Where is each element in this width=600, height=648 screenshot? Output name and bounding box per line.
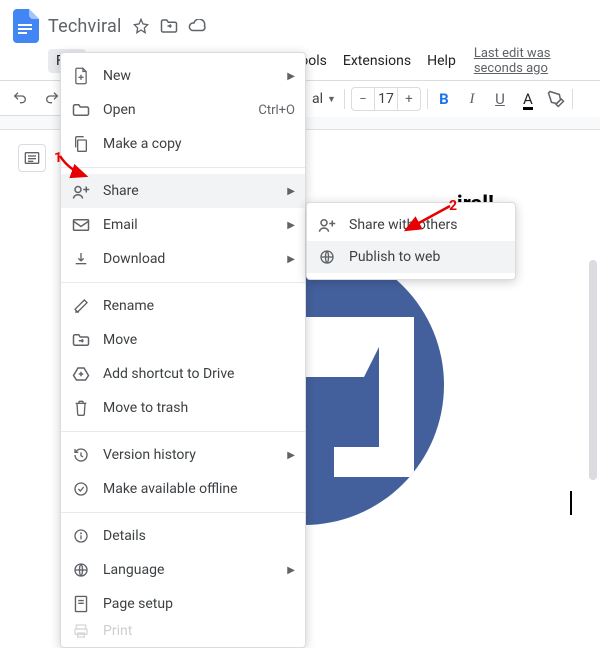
file-menu-dropdown: New ▶ Open Ctrl+O Make a copy Share ▶ Em… xyxy=(60,52,306,648)
menu-item-new[interactable]: New ▶ xyxy=(61,59,305,93)
print-icon xyxy=(71,621,91,641)
menu-label: Email xyxy=(103,217,275,233)
italic-button[interactable]: I xyxy=(458,85,486,113)
menu-item-page-setup[interactable]: Page setup xyxy=(61,587,305,621)
menu-label: Move to trash xyxy=(103,400,295,416)
info-icon xyxy=(71,526,91,546)
text-cursor xyxy=(570,491,572,515)
menu-label: Version history xyxy=(103,447,275,463)
underline-button[interactable]: U xyxy=(486,85,514,113)
chevron-right-icon: ▶ xyxy=(287,71,295,82)
menu-item-print[interactable]: Print xyxy=(61,621,305,641)
document-title[interactable]: Techviral xyxy=(48,16,122,37)
menu-item-details[interactable]: Details xyxy=(61,519,305,553)
highlight-color-button[interactable] xyxy=(542,85,570,113)
rename-icon xyxy=(71,296,91,316)
menu-label: Details xyxy=(103,528,295,544)
menu-item-move[interactable]: Move xyxy=(61,323,305,357)
menu-item-make-copy[interactable]: Make a copy xyxy=(61,127,305,161)
menu-shortcut: Ctrl+O xyxy=(258,103,295,118)
globe-icon xyxy=(317,247,337,267)
menu-label: Make available offline xyxy=(103,481,295,497)
menu-item-download[interactable]: Download ▶ xyxy=(61,242,305,276)
menu-item-rename[interactable]: Rename xyxy=(61,289,305,323)
menu-label: Share xyxy=(103,183,275,199)
submenu-publish-web[interactable]: Publish to web xyxy=(307,241,515,273)
download-icon xyxy=(71,249,91,269)
copy-icon xyxy=(71,134,91,154)
menu-item-language[interactable]: Language ▶ xyxy=(61,553,305,587)
toolbar-separator xyxy=(344,89,345,109)
menu-label: Move xyxy=(103,332,295,348)
menu-separator xyxy=(61,167,305,168)
docs-logo[interactable] xyxy=(8,8,44,44)
drive-shortcut-icon xyxy=(71,364,91,384)
menu-item-offline[interactable]: Make available offline xyxy=(61,472,305,506)
menu-separator xyxy=(61,282,305,283)
trash-icon xyxy=(71,398,91,418)
chevron-right-icon: ▶ xyxy=(287,186,295,197)
menu-item-trash[interactable]: Move to trash xyxy=(61,391,305,425)
menu-item-version-history[interactable]: Version history ▶ xyxy=(61,438,305,472)
submenu-label: Publish to web xyxy=(349,249,505,265)
chevron-right-icon: ▶ xyxy=(287,565,295,576)
folder-icon xyxy=(71,100,91,120)
chevron-down-icon: ▼ xyxy=(327,94,336,105)
toolbar-separator xyxy=(427,89,428,109)
offline-icon xyxy=(71,479,91,499)
menu-item-open[interactable]: Open Ctrl+O xyxy=(61,93,305,127)
font-size-control[interactable]: − 17 + xyxy=(351,87,421,111)
menu-label: Print xyxy=(103,623,295,639)
email-icon xyxy=(71,215,91,235)
menu-label: Add shortcut to Drive xyxy=(103,366,295,382)
document-outline-button[interactable] xyxy=(18,144,46,172)
menu-label: New xyxy=(103,68,275,84)
cloud-status-icon[interactable] xyxy=(188,17,206,35)
menu-label: Download xyxy=(103,251,275,267)
menu-item-email[interactable]: Email ▶ xyxy=(61,208,305,242)
menu-separator xyxy=(61,431,305,432)
annotation-arrow-2 xyxy=(398,204,454,236)
menu-label: Rename xyxy=(103,298,295,314)
menu-label: Open xyxy=(103,102,246,118)
font-size-increase[interactable]: + xyxy=(398,88,420,110)
move-folder-icon[interactable] xyxy=(160,17,178,35)
bold-button[interactable]: B xyxy=(430,85,458,113)
menu-extensions[interactable]: Extensions xyxy=(335,49,419,73)
move-icon xyxy=(71,330,91,350)
menu-item-add-shortcut[interactable]: Add shortcut to Drive xyxy=(61,357,305,391)
new-doc-icon xyxy=(71,66,91,86)
paragraph-style-dropdown[interactable]: al ▼ xyxy=(306,91,342,107)
chevron-right-icon: ▶ xyxy=(287,254,295,265)
menu-label: Language xyxy=(103,562,275,578)
menu-help[interactable]: Help xyxy=(419,49,464,73)
text-color-button[interactable]: A xyxy=(514,85,542,113)
chevron-right-icon: ▶ xyxy=(287,220,295,231)
menu-label: Make a copy xyxy=(103,136,295,152)
language-icon xyxy=(71,560,91,580)
last-edit-link[interactable]: Last edit was seconds ago xyxy=(474,46,600,76)
menu-separator xyxy=(61,512,305,513)
share-people-icon xyxy=(317,215,337,235)
menu-label: Page setup xyxy=(103,596,295,612)
font-size-value[interactable]: 17 xyxy=(374,88,398,110)
menu-item-share[interactable]: Share ▶ xyxy=(61,174,305,208)
undo-button[interactable] xyxy=(6,84,34,112)
vertical-scrollbar[interactable] xyxy=(586,260,600,527)
toolbar-separator xyxy=(572,89,573,109)
font-size-decrease[interactable]: − xyxy=(352,88,374,110)
paragraph-style-label: al xyxy=(312,91,323,107)
share-icon xyxy=(71,181,91,201)
annotation-arrow-1 xyxy=(54,152,94,182)
star-icon[interactable] xyxy=(132,17,150,35)
scrollbar-thumb[interactable] xyxy=(589,260,597,480)
chevron-right-icon: ▶ xyxy=(287,450,295,461)
page-setup-icon xyxy=(71,594,91,614)
history-icon xyxy=(71,445,91,465)
